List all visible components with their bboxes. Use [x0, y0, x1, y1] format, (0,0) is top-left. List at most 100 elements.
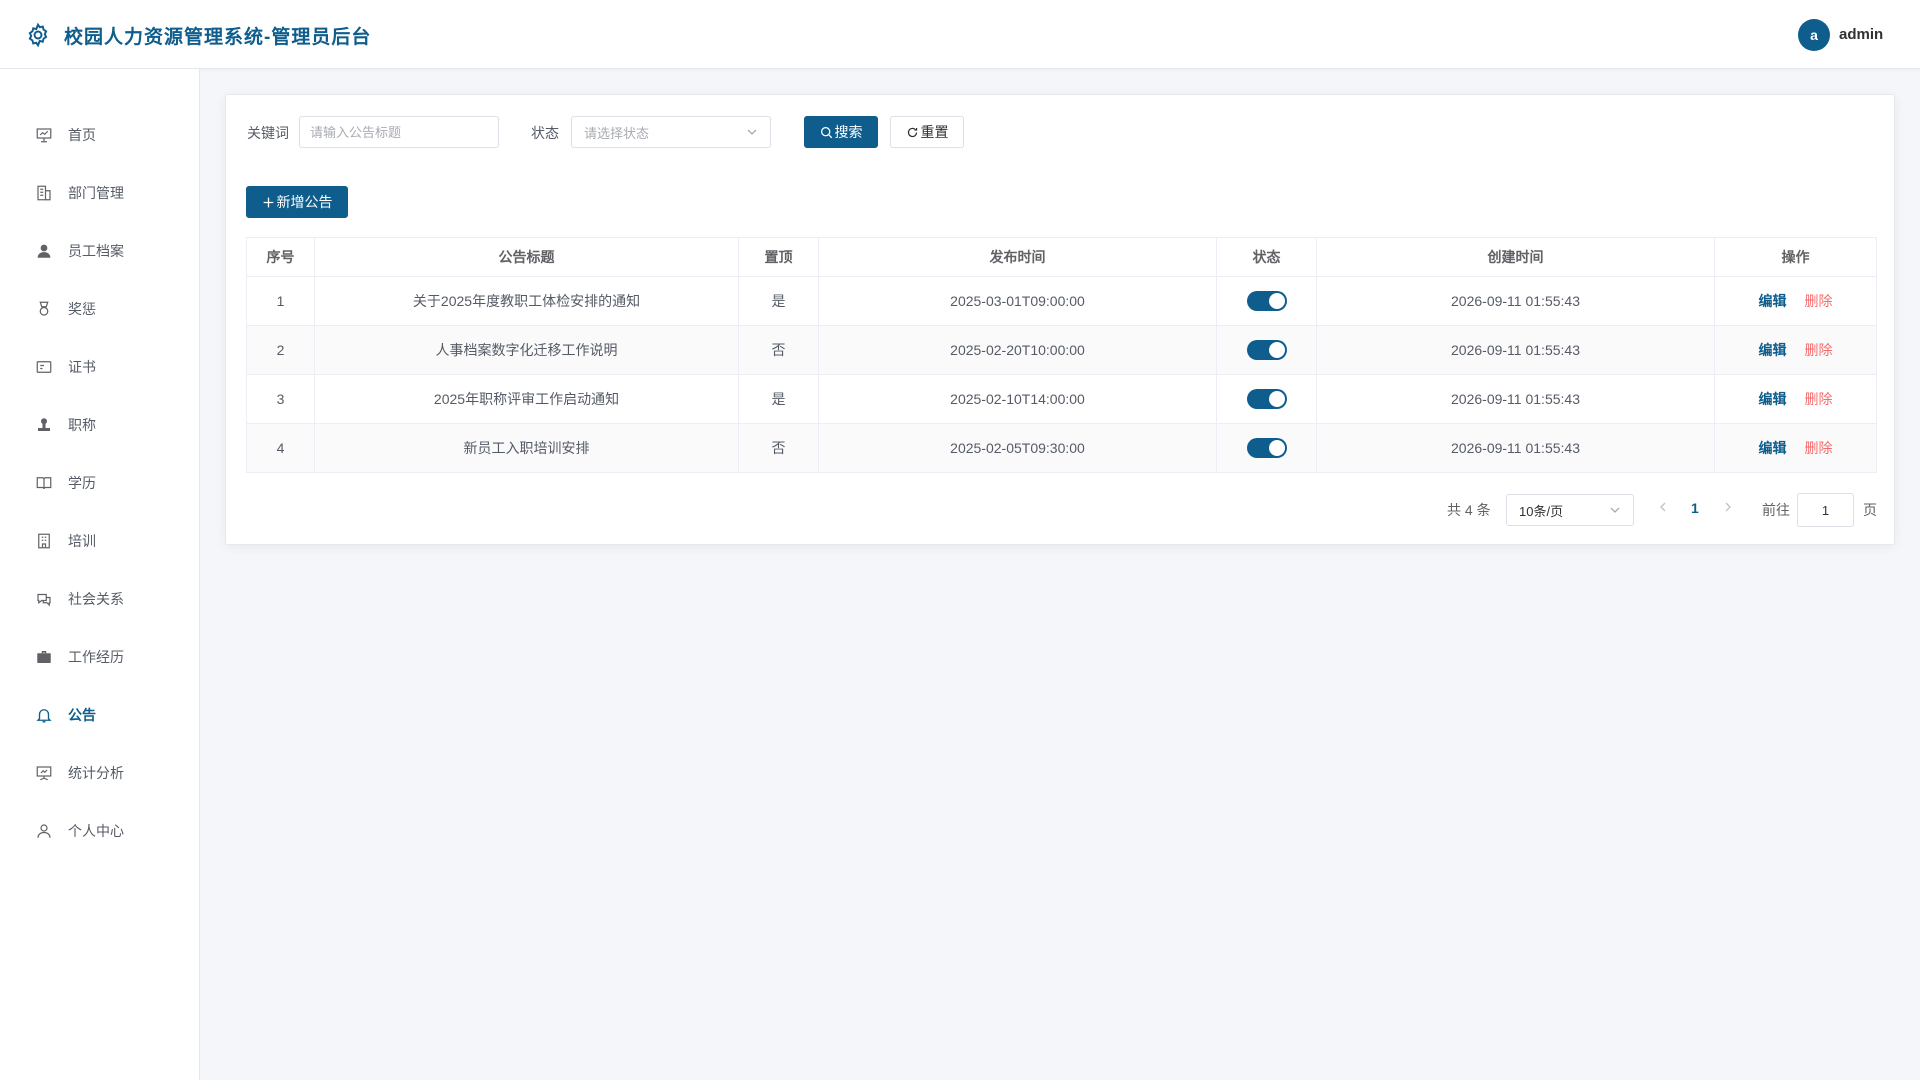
cell-actions: 编辑 删除 [1714, 374, 1877, 424]
edit-button[interactable]: 编辑 [1759, 440, 1787, 456]
cell-publish-time: 2025-03-01T09:00:00 [818, 276, 1217, 326]
page-size-select[interactable]: 10条/页 [1506, 494, 1634, 526]
cell-pinned: 否 [738, 423, 819, 473]
notice-table: 序号 公告标题 置顶 发布时间 状态 创建时间 操作 1 关于2025年度教职工… [246, 237, 1877, 473]
status-select[interactable]: 请选择状态 [571, 116, 771, 148]
table-row: 3 2025年职称评审工作启动通知 是 2025-02-10T14:00:00 … [246, 374, 1877, 424]
sidebar-item-label: 工作经历 [68, 649, 124, 665]
cell-actions: 编辑 删除 [1714, 325, 1877, 375]
delete-button[interactable]: 删除 [1805, 293, 1833, 309]
cell-index: 3 [246, 374, 315, 424]
cell-actions: 编辑 删除 [1714, 423, 1877, 473]
stamp-icon [38, 418, 50, 431]
cell-status [1216, 374, 1317, 424]
plus-icon [263, 197, 273, 207]
chevron-down-icon [747, 129, 757, 135]
add-notice-label: 新增公告 [276, 194, 333, 210]
sidebar-item-label: 公告 [68, 707, 96, 723]
status-toggle[interactable] [1246, 340, 1287, 360]
book-icon [36, 477, 52, 490]
sidebar-item-label: 职称 [68, 417, 96, 433]
next-page-button[interactable] [1723, 500, 1733, 516]
sidebar-item-titles[interactable]: 职称 [0, 405, 199, 445]
sidebar-item-departments[interactable]: 部门管理 [0, 173, 199, 213]
sidebar-item-education[interactable]: 学历 [0, 463, 199, 503]
prev-page-button[interactable] [1658, 500, 1668, 516]
sidebar: 首页 部门管理 员工档案 奖惩 证书 职称 学历 培训 社会关系 工作经历 公告 [0, 69, 200, 1080]
cell-created-time: 2026-09-11 01:55:43 [1316, 423, 1715, 473]
search-icon [820, 126, 832, 138]
cell-index: 2 [246, 325, 315, 375]
cell-pinned: 是 [738, 374, 819, 424]
sidebar-item-label: 部门管理 [68, 185, 124, 201]
sidebar-item-employees[interactable]: 员工档案 [0, 231, 199, 271]
sidebar-item-profile[interactable]: 个人中心 [0, 811, 199, 851]
refresh-icon [907, 127, 917, 137]
status-toggle[interactable] [1246, 291, 1287, 311]
person-icon [37, 824, 51, 838]
column-header-index: 序号 [246, 237, 315, 277]
sidebar-item-label: 学历 [68, 475, 96, 491]
sidebar-item-certificates[interactable]: 证书 [0, 347, 199, 387]
goto-label: 前往 [1762, 502, 1790, 518]
cell-publish-time: 2025-02-10T14:00:00 [818, 374, 1217, 424]
sidebar-item-notices[interactable]: 公告 [0, 695, 199, 735]
cell-status [1216, 325, 1317, 375]
sidebar-item-label: 首页 [68, 127, 96, 143]
cell-index: 4 [246, 423, 315, 473]
status-toggle[interactable] [1246, 438, 1287, 458]
cell-created-time: 2026-09-11 01:55:43 [1316, 276, 1715, 326]
building-icon [37, 185, 51, 201]
table-row: 2 人事档案数字化迁移工作说明 否 2025-02-20T10:00:00 20… [246, 325, 1877, 375]
sidebar-item-label: 员工档案 [68, 243, 124, 259]
cell-pinned: 否 [738, 325, 819, 375]
avatar[interactable]: a [1798, 19, 1830, 51]
username[interactable]: admin [1839, 26, 1883, 43]
edit-button[interactable]: 编辑 [1759, 293, 1787, 309]
sidebar-item-label: 培训 [68, 533, 96, 549]
status-label: 状态 [531, 125, 559, 141]
cell-index: 1 [246, 276, 315, 326]
sidebar-item-training[interactable]: 培训 [0, 521, 199, 561]
cell-created-time: 2026-09-11 01:55:43 [1316, 374, 1715, 424]
sidebar-item-home[interactable]: 首页 [0, 115, 199, 155]
search-button[interactable]: 搜索 [804, 116, 878, 148]
sidebar-item-rewards[interactable]: 奖惩 [0, 289, 199, 329]
edit-button[interactable]: 编辑 [1759, 391, 1787, 407]
sidebar-item-label: 统计分析 [68, 765, 124, 781]
reset-button-label: 重置 [920, 124, 949, 140]
delete-button[interactable]: 删除 [1805, 440, 1833, 456]
top-bar: 校园人力资源管理系统-管理员后台 a admin [0, 0, 1920, 69]
sidebar-item-work-history[interactable]: 工作经历 [0, 637, 199, 677]
sidebar-item-social[interactable]: 社会关系 [0, 579, 199, 619]
add-notice-button[interactable]: 新增公告 [246, 186, 348, 218]
goto-page-input[interactable] [1797, 493, 1854, 527]
reset-button[interactable]: 重置 [890, 116, 964, 148]
presentation-icon [36, 766, 52, 781]
sidebar-item-statistics[interactable]: 统计分析 [0, 753, 199, 793]
cell-actions: 编辑 删除 [1714, 276, 1877, 326]
delete-button[interactable]: 删除 [1805, 391, 1833, 407]
page-number-current[interactable]: 1 [1691, 500, 1699, 516]
chevron-left-icon [1660, 502, 1666, 512]
sidebar-item-label: 社会关系 [68, 591, 124, 607]
page-size-value: 10条/页 [1519, 503, 1564, 519]
column-header-pinned: 置顶 [738, 237, 819, 277]
bell-icon [36, 709, 52, 723]
column-header-status: 状态 [1216, 237, 1317, 277]
cell-title: 人事档案数字化迁移工作说明 [314, 325, 739, 375]
keyword-input[interactable] [299, 116, 499, 148]
cell-publish-time: 2025-02-05T09:30:00 [818, 423, 1217, 473]
medal-icon [39, 301, 49, 316]
edit-button[interactable]: 编辑 [1759, 342, 1787, 358]
user-icon [37, 244, 51, 258]
search-button-label: 搜索 [834, 124, 863, 140]
delete-button[interactable]: 删除 [1805, 342, 1833, 358]
app-title: 校园人力资源管理系统-管理员后台 [64, 27, 372, 48]
status-toggle[interactable] [1246, 389, 1287, 409]
cell-publish-time: 2025-02-20T10:00:00 [818, 325, 1217, 375]
briefcase-icon [37, 651, 51, 663]
table-row: 4 新员工入职培训安排 否 2025-02-05T09:30:00 2026-0… [246, 423, 1877, 473]
cell-title: 2025年职称评审工作启动通知 [314, 374, 739, 424]
notice-card: 关键词 状态 请选择状态 搜索 重置 新增公告 序号 公告标题 置顶 发布时间 … [225, 94, 1895, 545]
